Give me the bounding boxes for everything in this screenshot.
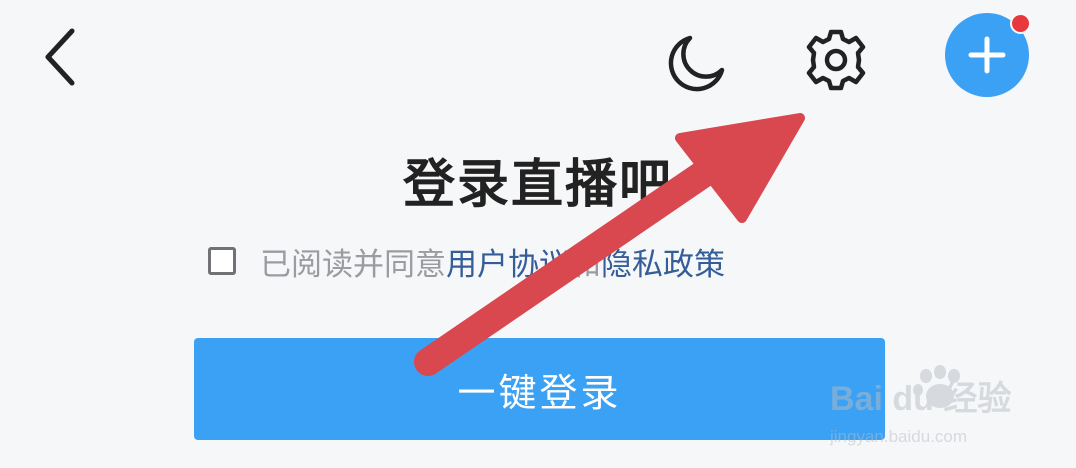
chevron-left-icon: [45, 28, 75, 86]
user-agreement-link[interactable]: 用户协议: [446, 239, 570, 284]
agreement-row: 已阅读并同意 用户协议 和 隐私政策: [208, 236, 725, 286]
one-click-login-label: 一键登录: [457, 370, 622, 415]
moon-icon: [668, 35, 725, 92]
back-button[interactable]: [30, 22, 90, 92]
one-click-login-button[interactable]: 一键登录: [194, 338, 885, 440]
page-title: 登录直播吧: [402, 155, 673, 215]
gear-icon: [806, 29, 866, 91]
plus-icon: [968, 36, 1006, 74]
agreement-checkbox[interactable]: [208, 247, 236, 275]
notification-dot: [1010, 13, 1031, 34]
settings-button[interactable]: [800, 24, 872, 96]
night-mode-button[interactable]: [664, 28, 732, 96]
privacy-policy-link[interactable]: 隐私政策: [601, 239, 725, 284]
agreement-conjunction-text: 和: [570, 246, 601, 283]
agreement-prefix-text: 已阅读并同意: [260, 246, 446, 283]
